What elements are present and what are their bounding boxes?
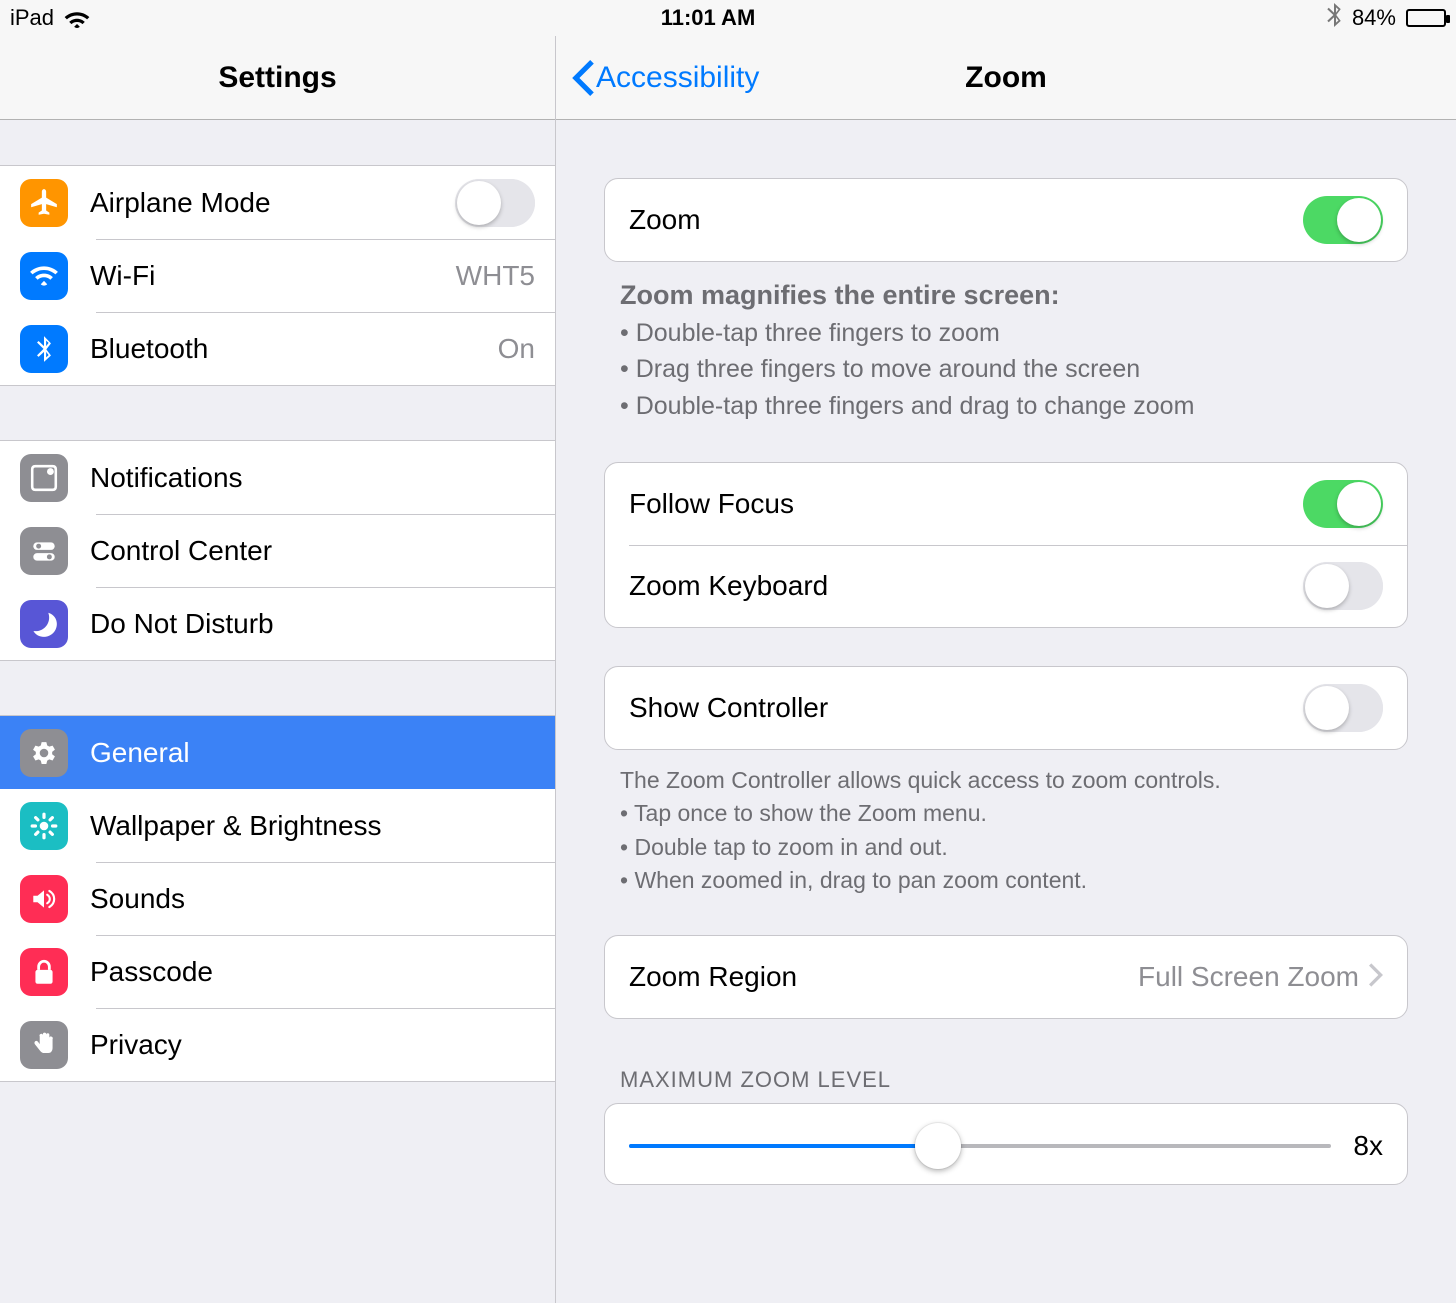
sidebar-item-label: Notifications (90, 462, 535, 494)
sidebar-item-label: Wi-Fi (90, 260, 434, 292)
zoom-toggle-row[interactable]: Zoom (605, 179, 1407, 261)
sidebar-item-label: Control Center (90, 535, 535, 567)
battery-icon (1406, 9, 1446, 27)
sidebar-item-privacy[interactable]: Privacy (0, 1008, 555, 1081)
zoom-keyboard-label: Zoom Keyboard (629, 570, 1303, 602)
detail-header: Accessibility Zoom (556, 36, 1456, 120)
sidebar-item-label: Sounds (90, 883, 535, 915)
chevron-right-icon (1369, 963, 1383, 992)
sidebar-item-label: General (90, 737, 535, 769)
hand-icon (20, 1021, 68, 1069)
zoom-keyboard-toggle[interactable] (1303, 562, 1383, 610)
sidebar-item-label: Bluetooth (90, 333, 476, 365)
sidebar-item-dnd[interactable]: Do Not Disturb (0, 587, 555, 660)
show-controller-row[interactable]: Show Controller (605, 667, 1407, 749)
device-name: iPad (10, 5, 54, 31)
max-zoom-value-label: 8x (1353, 1130, 1383, 1162)
sidebar-item-notifications[interactable]: Notifications (0, 441, 555, 514)
detail-pane: Accessibility Zoom Zoom Zoom magnifies t… (556, 36, 1456, 1303)
sidebar-item-controlcenter[interactable]: Control Center (0, 514, 555, 587)
controller-desc-lead: The Zoom Controller allows quick access … (620, 767, 1221, 793)
sidebar-item-passcode[interactable]: Passcode (0, 935, 555, 1008)
airplane-icon (20, 179, 68, 227)
controller-desc-item: Tap once to show the Zoom menu. (620, 797, 1392, 830)
sidebar-item-label: Wallpaper & Brightness (90, 810, 535, 842)
slider-thumb[interactable] (915, 1123, 961, 1169)
gear-icon (20, 729, 68, 777)
wifi-icon (20, 252, 68, 300)
show-controller-label: Show Controller (629, 692, 1303, 724)
sidebar-item-label: Passcode (90, 956, 535, 988)
lock-icon (20, 948, 68, 996)
controller-desc-item: Double tap to zoom in and out. (620, 831, 1392, 864)
sidebar-header: Settings (0, 36, 555, 120)
speaker-icon (20, 875, 68, 923)
follow-focus-row[interactable]: Follow Focus (605, 463, 1407, 545)
sidebar-item-label: Privacy (90, 1029, 535, 1061)
zoom-toggle-label: Zoom (629, 204, 1303, 236)
zoom-desc-item: Double-tap three fingers to zoom (620, 315, 1392, 351)
sidebar-item-value: WHT5 (456, 260, 535, 292)
settings-sidebar: Settings Airplane Mode Wi-Fi WHT5 Bluetooth… (0, 36, 556, 1303)
status-time: 11:01 AM (661, 5, 756, 31)
sidebar-item-label: Do Not Disturb (90, 608, 535, 640)
notifications-icon (20, 454, 68, 502)
sidebar-item-airplane[interactable]: Airplane Mode (0, 166, 555, 239)
zoom-desc-item: Double-tap three fingers and drag to cha… (620, 388, 1392, 424)
max-zoom-slider-row[interactable]: 8x (604, 1103, 1408, 1185)
follow-focus-label: Follow Focus (629, 488, 1303, 520)
sidebar-item-wallpaper[interactable]: Wallpaper & Brightness (0, 789, 555, 862)
moon-icon (20, 600, 68, 648)
sidebar-item-wifi[interactable]: Wi-Fi WHT5 (0, 239, 555, 312)
bluetooth-icon (20, 325, 68, 373)
zoom-desc-item: Drag three fingers to move around the sc… (620, 351, 1392, 387)
max-zoom-slider[interactable] (629, 1144, 1331, 1148)
show-controller-toggle[interactable] (1303, 684, 1383, 732)
zoom-keyboard-row[interactable]: Zoom Keyboard (605, 545, 1407, 627)
sidebar-item-bluetooth[interactable]: Bluetooth On (0, 312, 555, 385)
control-center-icon (20, 527, 68, 575)
back-label: Accessibility (596, 61, 759, 95)
bluetooth-status-icon (1326, 3, 1342, 33)
zoom-description: Zoom magnifies the entire screen: Double… (604, 262, 1408, 424)
sidebar-item-general[interactable]: General (0, 716, 555, 789)
controller-description: The Zoom Controller allows quick access … (604, 750, 1408, 897)
rosette-icon (20, 802, 68, 850)
airplane-toggle[interactable] (455, 179, 535, 227)
follow-focus-toggle[interactable] (1303, 480, 1383, 528)
sidebar-item-label: Airplane Mode (90, 187, 433, 219)
back-button[interactable]: Accessibility (572, 60, 759, 96)
zoom-region-value: Full Screen Zoom (1138, 961, 1359, 993)
max-zoom-header: MAXIMUM ZOOM LEVEL (604, 1019, 1408, 1103)
zoom-region-label: Zoom Region (629, 961, 1138, 993)
sidebar-item-sounds[interactable]: Sounds (0, 862, 555, 935)
detail-title: Zoom (965, 61, 1047, 95)
sidebar-item-value: On (498, 333, 535, 365)
controller-desc-item: When zoomed in, drag to pan zoom content… (620, 864, 1392, 897)
battery-percentage: 84% (1352, 5, 1396, 31)
status-bar: iPad 11:01 AM 84% (0, 0, 1456, 36)
zoom-region-row[interactable]: Zoom Region Full Screen Zoom (605, 936, 1407, 1018)
sidebar-title: Settings (218, 61, 336, 95)
wifi-status-icon (64, 8, 90, 28)
zoom-desc-heading: Zoom magnifies the entire screen: (620, 280, 1060, 310)
zoom-toggle[interactable] (1303, 196, 1383, 244)
